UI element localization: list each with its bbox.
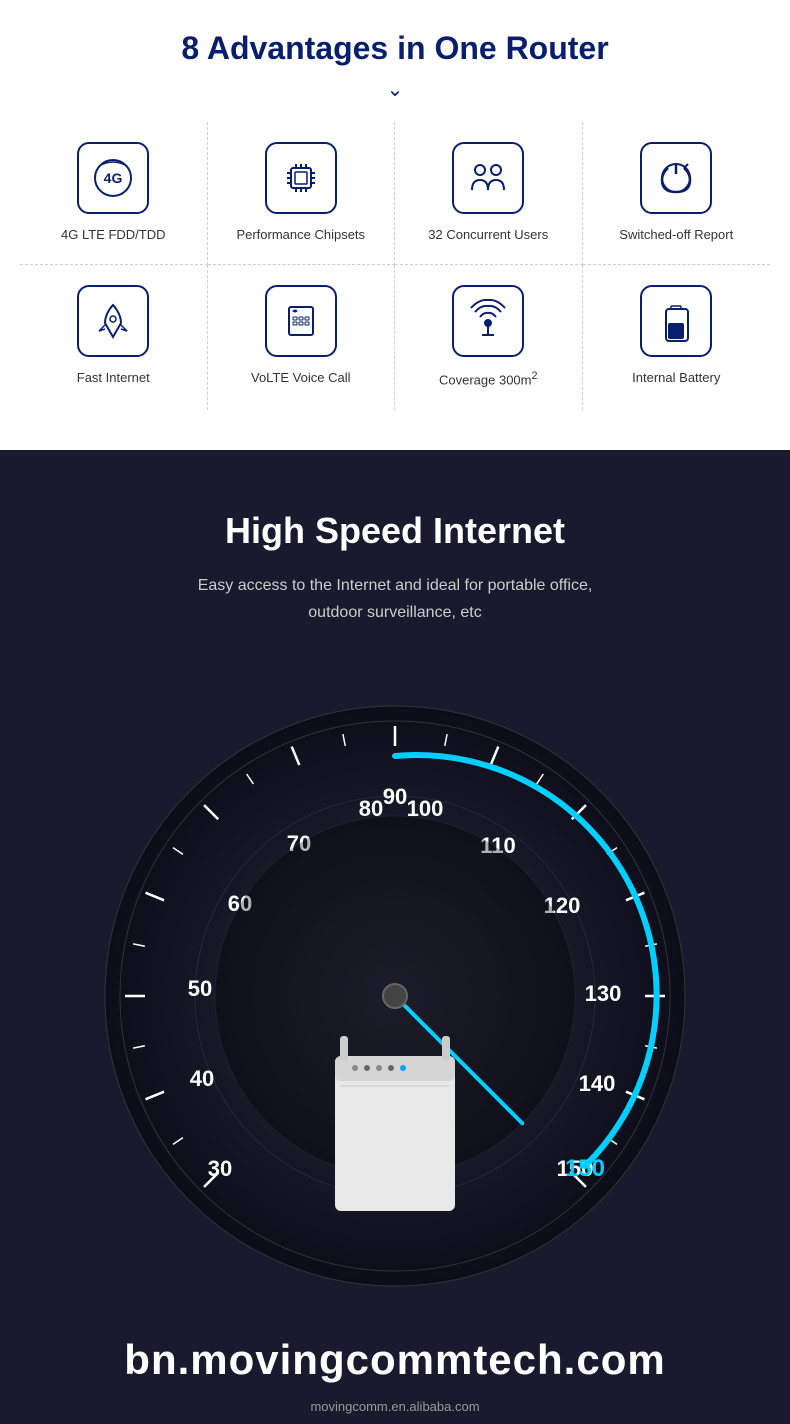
users-icon — [466, 156, 510, 200]
advantage-label-users: 32 Concurrent Users — [428, 226, 548, 244]
advantage-label-4g: 4G LTE FDD/TDD — [61, 226, 166, 244]
advantage-label-switchoff: Switched-off Report — [619, 226, 733, 244]
rocket-icon — [91, 299, 135, 343]
speed-label-30: 30 — [208, 1156, 232, 1181]
advantage-item-chipset: Performance Chipsets — [208, 122, 396, 265]
advantages-title: 8 Advantages in One Router — [20, 30, 770, 67]
4g-icon: 4G — [91, 156, 135, 200]
speed-label-130: 130 — [585, 981, 622, 1006]
speed-highlight-150: 150 — [565, 1155, 605, 1182]
highspeed-section: High Speed Internet Easy access to the I… — [0, 450, 790, 1424]
wifi-coverage-icon — [466, 299, 510, 343]
chevron-down-icon: ⌄ — [20, 77, 770, 102]
battery-icon — [654, 299, 698, 343]
advantage-label-chipset: Performance Chipsets — [236, 226, 365, 244]
advantage-item-battery: Internal Battery — [583, 265, 771, 410]
website-text: bn.movingcommtech.com — [20, 1316, 770, 1399]
advantage-item-coverage: Coverage 300m2 — [395, 265, 583, 410]
advantages-grid: 4G 4G LTE FDD/TDD — [20, 122, 770, 410]
speed-label-50: 50 — [188, 976, 212, 1001]
highspeed-title: High Speed Internet — [20, 510, 770, 552]
switchoff-icon-box — [640, 142, 712, 214]
battery-icon-box — [640, 285, 712, 357]
advantage-item-users: 32 Concurrent Users — [395, 122, 583, 265]
fast-icon-box — [77, 285, 149, 357]
advantage-item-volte: VoLTE Voice Call — [208, 265, 396, 410]
advantage-label-coverage: Coverage 300m2 — [439, 369, 538, 390]
switchoff-icon — [654, 156, 698, 200]
advantage-label-battery: Internal Battery — [632, 369, 720, 387]
chipset-icon-box — [265, 142, 337, 214]
chipset-icon — [279, 156, 323, 200]
phone-icon-box — [265, 285, 337, 357]
speedometer-svg: 30 40 50 60 70 — [45, 666, 745, 1316]
alibaba-text: movingcomm.en.alibaba.com — [20, 1399, 770, 1424]
speed-label-40: 40 — [190, 1066, 214, 1091]
advantage-label-volte: VoLTE Voice Call — [251, 369, 350, 387]
users-icon-box — [452, 142, 524, 214]
advantage-item-4g: 4G 4G LTE FDD/TDD — [20, 122, 208, 265]
4g-icon-box: 4G — [77, 142, 149, 214]
speed-label-140: 140 — [579, 1071, 616, 1096]
wifi-icon-box — [452, 285, 524, 357]
svg-text:4G: 4G — [104, 170, 123, 186]
advantage-item-switchoff: Switched-off Report — [583, 122, 771, 265]
advantages-section: 8 Advantages in One Router ⌄ 4G 4G LTE F… — [0, 0, 790, 450]
advantage-label-fast: Fast Internet — [77, 369, 150, 387]
speedometer-container: 30 40 50 60 70 — [45, 666, 745, 1316]
highspeed-description: Easy access to the Internet and ideal fo… — [20, 572, 770, 626]
phone-icon — [279, 299, 323, 343]
advantage-item-fast: Fast Internet — [20, 265, 208, 410]
